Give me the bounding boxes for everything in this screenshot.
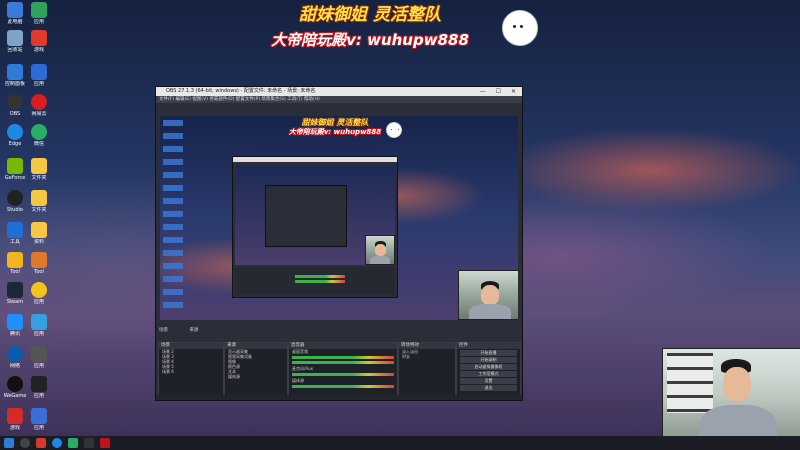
window-controls[interactable]: — ☐ ✕ bbox=[480, 87, 520, 96]
desktop-icon[interactable]: Tool bbox=[24, 252, 54, 275]
desktop-wallpaper: 甜妹御姐 灵活整队 大帝陪玩殿v: wuhupw888 此电脑 回收站 控制面板… bbox=[0, 0, 800, 450]
tab-sources[interactable]: 来源 bbox=[189, 328, 198, 333]
start-streaming-button[interactable]: 开始直播 bbox=[460, 350, 517, 356]
desktop-icon[interactable]: 应用 bbox=[24, 282, 54, 305]
obs-titlebar[interactable]: OBS 27.1.3 (64-bit, windows) - 配置文件: 未命名… bbox=[156, 87, 522, 96]
preview-banner-line1: 甜妹御姐 灵活整队 bbox=[301, 118, 369, 127]
desktop-icon[interactable]: 应用 bbox=[24, 64, 54, 87]
obs-statusbar bbox=[156, 395, 522, 400]
obs-menubar[interactable]: 文件(F) 编辑(E) 视图(V) 停靠部件(D) 配置文件(P) 场景集合(S… bbox=[156, 96, 522, 103]
desktop-icon[interactable]: 应用 bbox=[24, 408, 54, 431]
mixer-channel-label: 麦克风/Aux bbox=[292, 366, 313, 371]
nested-dock bbox=[235, 267, 395, 295]
taskbar-app-icon[interactable] bbox=[84, 438, 94, 448]
mixer-channel-label: 桌面音频 bbox=[292, 349, 308, 354]
search-icon[interactable] bbox=[20, 438, 30, 448]
preview-icon-column bbox=[163, 120, 183, 310]
obs-dock-area: 场景 来源 场景 场景 2 场景 3 场景 4 场景 5 场景 6 来源 显示器… bbox=[156, 327, 522, 400]
desktop-icon[interactable]: 应用 bbox=[24, 346, 54, 369]
nested-titlebar bbox=[233, 157, 397, 162]
desktop-icon[interactable]: 文件夹 bbox=[24, 190, 54, 213]
source-item[interactable]: 媒体源 bbox=[225, 374, 287, 379]
mixer-panel[interactable]: 混音器 桌面音频 麦克风/Aux 媒体源 bbox=[288, 342, 398, 399]
controls-panel[interactable]: 控件 开始直播 开始录制 启动虚拟摄像机 工作室模式 设置 退出 bbox=[456, 342, 521, 399]
controls-header: 控件 bbox=[457, 343, 520, 349]
transition-duration[interactable]: 时长 bbox=[399, 354, 455, 359]
start-recording-button[interactable]: 开始录制 bbox=[460, 357, 517, 363]
taskbar-app-icon[interactable] bbox=[68, 438, 78, 448]
desktop-icon[interactable]: 网易云 bbox=[24, 94, 54, 117]
desktop-icon[interactable]: 文件夹 bbox=[24, 158, 54, 181]
desktop-icon[interactable]: 应用 bbox=[24, 314, 54, 337]
streamer-webcam bbox=[662, 348, 800, 450]
studio-mode-button[interactable]: 工作室模式 bbox=[460, 371, 517, 377]
nested-audio-meter bbox=[295, 280, 345, 283]
taskbar bbox=[0, 436, 800, 450]
audio-meter bbox=[292, 373, 394, 376]
taskbar-app-icon[interactable] bbox=[100, 438, 110, 448]
nested-webcam bbox=[365, 235, 395, 265]
webcam-shelf bbox=[667, 353, 713, 413]
banner-line1: 甜妹御姐 灵活整队 bbox=[299, 5, 441, 25]
tab-scenes[interactable]: 场景 bbox=[159, 328, 168, 333]
mixer-channel-label: 媒体源 bbox=[292, 378, 304, 383]
taskbar-app-icon[interactable] bbox=[36, 438, 46, 448]
stream-banner: 甜妹御姐 灵活整队 大帝陪玩殿v: wuhupw888 bbox=[240, 4, 500, 50]
scenes-panel[interactable]: 场景 场景 2 场景 3 场景 4 场景 5 场景 6 bbox=[158, 342, 224, 399]
scene-item[interactable]: 场景 6 bbox=[159, 369, 223, 374]
preview-mascot bbox=[386, 122, 402, 138]
obs-title: OBS 27.1.3 (64-bit, windows) - 配置文件: 未命名… bbox=[166, 88, 316, 94]
sources-panel[interactable]: 来源 显示器采集 视频采集设备 图像 颜色源 文本 媒体源 bbox=[224, 342, 288, 399]
settings-button[interactable]: 设置 bbox=[460, 378, 517, 384]
virtual-camera-button[interactable]: 启动虚拟摄像机 bbox=[460, 364, 517, 370]
preview-banner: 甜妹御姐 灵活整队 大帝陪玩殿v: wuhupw888 bbox=[270, 118, 400, 137]
nested-inner-window bbox=[265, 185, 347, 247]
audio-meter bbox=[292, 361, 394, 364]
mascot-sticker bbox=[502, 10, 538, 46]
audio-meter bbox=[292, 356, 394, 359]
desktop-icon[interactable]: 应用 bbox=[24, 2, 54, 25]
exit-button[interactable]: 退出 bbox=[460, 385, 517, 391]
dock-tabs[interactable]: 场景 来源 bbox=[156, 327, 522, 335]
desktop-icon[interactable]: 应用 bbox=[24, 376, 54, 399]
nested-audio-meter bbox=[295, 275, 345, 278]
obs-window[interactable]: OBS 27.1.3 (64-bit, windows) - 配置文件: 未命名… bbox=[155, 86, 523, 401]
desktop-icon[interactable]: 资料 bbox=[24, 222, 54, 245]
banner-line2: 大帝陪玩殿v: wuhupw888 bbox=[271, 31, 469, 49]
audio-meter bbox=[292, 385, 394, 388]
taskbar-app-icon[interactable] bbox=[52, 438, 62, 448]
obs-preview[interactable]: 甜妹御姐 灵活整队 大帝陪玩殿v: wuhupw888 bbox=[160, 116, 518, 320]
nested-obs-window bbox=[232, 156, 398, 298]
preview-webcam bbox=[458, 270, 518, 320]
start-button[interactable] bbox=[4, 438, 14, 448]
transitions-panel[interactable]: 转场特效 淡入淡出 时长 bbox=[398, 342, 456, 399]
desktop-icon[interactable]: 游戏 bbox=[24, 30, 54, 53]
desktop-icon[interactable]: 微信 bbox=[24, 124, 54, 147]
preview-banner-line2: 大帝陪玩殿v: wuhupw888 bbox=[288, 128, 382, 136]
